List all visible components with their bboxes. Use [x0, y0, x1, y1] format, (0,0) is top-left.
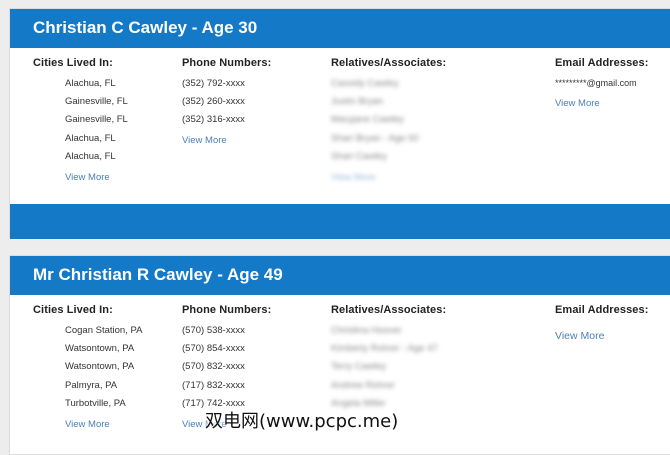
- relative-item[interactable]: Shari Cawley: [331, 151, 387, 162]
- city-item: Alachua, FL: [65, 78, 116, 89]
- relatives-column: Relatives/Associates: Christina Hoover K…: [331, 304, 447, 409]
- relative-item[interactable]: Andrew Rohrer: [331, 380, 395, 391]
- emails-view-more-link[interactable]: View More: [555, 330, 604, 342]
- city-item: Alachua, FL: [65, 151, 116, 162]
- person-name[interactable]: Mr Christian R Cawley -: [33, 265, 227, 284]
- city-item: Watsontown, PA: [65, 343, 135, 354]
- relative-item[interactable]: Justin Bryan: [331, 96, 383, 107]
- city-item: Palmyra, PA: [65, 380, 118, 391]
- phone-item: (352) 792-xxxx: [182, 78, 245, 89]
- person-record-card: Christian C Cawley - Age 30 Cities Lived…: [9, 8, 670, 239]
- phone-item: (352) 316-xxxx: [182, 114, 245, 125]
- city-item: Cogan Station, PA: [65, 325, 143, 336]
- relatives-header: Relatives/Associates:: [331, 304, 447, 316]
- city-item: Gainesville, FL: [65, 114, 128, 125]
- cities-header: Cities Lived In:: [33, 304, 113, 316]
- relative-item[interactable]: Terry Cawley: [331, 361, 386, 372]
- emails-view-more-link[interactable]: View More: [555, 98, 600, 109]
- city-item: Alachua, FL: [65, 133, 116, 144]
- emails-header: Email Addresses:: [555, 57, 649, 69]
- cities-view-more-link[interactable]: View More: [65, 419, 110, 430]
- cities-column: Cities Lived In: Cogan Station, PA Watso…: [33, 304, 142, 430]
- relatives-column: Relatives/Associates: Cassidy Cawley Jus…: [331, 57, 447, 183]
- relatives-header: Relatives/Associates:: [331, 57, 447, 69]
- relative-item[interactable]: Maryjane Cawley: [331, 114, 404, 125]
- city-item: Watsontown, PA: [65, 361, 135, 372]
- phone-item: (570) 854-xxxx: [182, 343, 245, 354]
- email-item: *********@gmail.com: [555, 78, 637, 88]
- emails-column: Email Addresses: View More: [555, 304, 649, 342]
- cities-view-more-link[interactable]: View More: [65, 172, 110, 183]
- city-item: Turbotville, PA: [65, 398, 126, 409]
- cities-header: Cities Lived In:: [33, 57, 113, 69]
- relative-item[interactable]: Cassidy Cawley: [331, 78, 399, 89]
- record-footer-bar: [10, 204, 670, 239]
- watermark-text: 双电网(www.pcpc.me): [205, 411, 399, 432]
- relative-item[interactable]: Shari Bryan - Age 50: [331, 133, 419, 144]
- phones-header: Phone Numbers:: [182, 57, 272, 69]
- phone-item: (570) 538-xxxx: [182, 325, 245, 336]
- person-name-age[interactable]: Christian C Cawley - Age 30: [33, 18, 257, 38]
- emails-header: Email Addresses:: [555, 304, 649, 316]
- phones-view-more-link[interactable]: View More: [182, 135, 227, 146]
- phones-header: Phone Numbers:: [182, 304, 272, 316]
- emails-column: Email Addresses: *********@gmail.com Vie…: [555, 57, 649, 109]
- person-name[interactable]: Christian C Cawley -: [33, 18, 201, 37]
- phone-item: (570) 832-xxxx: [182, 361, 245, 372]
- phones-column: Phone Numbers: (352) 792-xxxx (352) 260-…: [182, 57, 272, 146]
- phone-item: (352) 260-xxxx: [182, 96, 245, 107]
- phones-column: Phone Numbers: (570) 538-xxxx (570) 854-…: [182, 304, 272, 430]
- phone-item: (717) 832-xxxx: [182, 380, 245, 391]
- relative-item[interactable]: Christina Hoover: [331, 325, 402, 336]
- relative-item[interactable]: Kimberly Rohrer - Age 47: [331, 343, 438, 354]
- person-age: Age 30: [201, 18, 258, 37]
- relatives-view-more-link[interactable]: View More: [331, 172, 376, 183]
- person-name-age[interactable]: Mr Christian R Cawley - Age 49: [33, 265, 283, 285]
- record-header: Christian C Cawley - Age 30: [10, 9, 670, 48]
- record-header: Mr Christian R Cawley - Age 49: [10, 256, 670, 295]
- cities-column: Cities Lived In: Alachua, FL Gainesville…: [33, 57, 128, 183]
- city-item: Gainesville, FL: [65, 96, 128, 107]
- person-age: Age 49: [226, 265, 283, 284]
